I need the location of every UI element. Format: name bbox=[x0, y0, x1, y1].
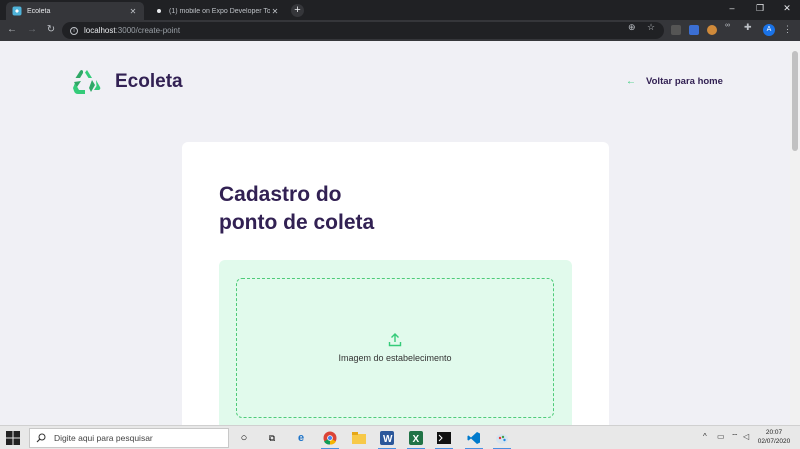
reload-icon[interactable]: ↻ bbox=[44, 23, 58, 37]
tab-title: Ecoleta bbox=[27, 7, 51, 15]
browser-tabstrip: Ecoleta ✕ (1) mobile on Expo Developer T… bbox=[0, 0, 800, 20]
search-placeholder: Digite aqui para pesquisar bbox=[54, 433, 153, 443]
minimize-icon[interactable]: – bbox=[725, 3, 739, 13]
bookmark-star-icon[interactable]: ☆ bbox=[647, 22, 655, 33]
form-title-line2: ponto de coleta bbox=[219, 211, 375, 234]
translate-extension-icon[interactable] bbox=[689, 25, 699, 35]
address-host: localhost bbox=[84, 26, 116, 35]
address-path: :3000/create-point bbox=[115, 26, 181, 35]
form-title: Cadastro do ponto de coleta bbox=[219, 181, 374, 237]
dropzone-label: Imagem do estabelecimento bbox=[338, 353, 452, 363]
recycle-icon bbox=[73, 70, 101, 94]
tab-ecoleta[interactable]: Ecoleta ✕ bbox=[6, 2, 144, 20]
ecoleta-favicon-icon bbox=[12, 6, 22, 16]
glasses-extension-icon[interactable]: ∞ bbox=[725, 22, 730, 29]
new-tab-button[interactable]: + bbox=[291, 4, 304, 17]
terminal-icon[interactable] bbox=[434, 429, 454, 449]
kebab-menu-icon[interactable]: ⋮ bbox=[783, 24, 792, 35]
cookie-extension-icon[interactable] bbox=[707, 25, 717, 35]
task-view-icon[interactable]: ⧉ bbox=[262, 429, 282, 447]
browser-toolbar: ← → ↻ i localhost :3000/create-point ⊕ ☆… bbox=[0, 20, 800, 41]
taskbar-search[interactable]: Digite aqui para pesquisar bbox=[29, 428, 229, 448]
windows-taskbar: Digite aqui para pesquisar ○ ⧉ e W X ^ ▭… bbox=[0, 425, 800, 449]
svg-text:X: X bbox=[413, 434, 420, 445]
cortana-icon[interactable]: ○ bbox=[234, 429, 254, 447]
clock-date: 02/07/2020 bbox=[757, 438, 791, 445]
arrow-left-icon: ← bbox=[626, 76, 636, 87]
svg-text:W: W bbox=[383, 434, 393, 445]
site-info-icon[interactable]: i bbox=[70, 26, 78, 35]
extension-icon[interactable] bbox=[671, 25, 681, 35]
puzzle-icon[interactable]: ✚ bbox=[744, 22, 752, 33]
back-home-link[interactable]: ← Voltar para home bbox=[626, 76, 723, 87]
scroll-thumb[interactable] bbox=[792, 51, 798, 151]
forward-icon[interactable]: → bbox=[25, 23, 39, 37]
paint-icon[interactable] bbox=[492, 429, 512, 449]
expo-favicon-icon bbox=[154, 6, 164, 16]
close-tab-icon[interactable]: ✕ bbox=[270, 7, 280, 16]
back-icon[interactable]: ← bbox=[5, 23, 19, 37]
volume-icon[interactable]: ◁ bbox=[743, 432, 749, 441]
chrome-icon[interactable] bbox=[320, 429, 340, 449]
edge-icon[interactable]: e bbox=[291, 429, 311, 447]
create-point-form: Cadastro do ponto de coleta Imagem do es… bbox=[182, 142, 609, 425]
file-explorer-icon[interactable] bbox=[349, 429, 369, 447]
word-icon[interactable]: W bbox=[377, 429, 397, 449]
tab-expo[interactable]: (1) mobile on Expo Developer Tools ✕ bbox=[148, 2, 286, 20]
address-bar[interactable]: i localhost :3000/create-point bbox=[62, 22, 664, 39]
back-link-label: Voltar para home bbox=[646, 76, 723, 87]
battery-icon[interactable]: ▭ bbox=[717, 432, 725, 441]
search-icon bbox=[36, 433, 46, 443]
close-tab-icon[interactable]: ✕ bbox=[128, 7, 138, 16]
taskbar-clock[interactable]: 20:07 02/07/2020 bbox=[752, 428, 796, 446]
clock-time: 20:07 bbox=[765, 429, 783, 436]
image-dropzone[interactable]: Imagem do estabelecimento bbox=[219, 260, 572, 425]
profile-avatar[interactable]: A bbox=[763, 24, 775, 36]
ecoleta-logo: Ecoleta bbox=[72, 67, 183, 97]
page-scrollbar[interactable] bbox=[790, 41, 800, 425]
excel-icon[interactable]: X bbox=[406, 429, 426, 449]
brand-name: Ecoleta bbox=[115, 71, 183, 92]
close-window-icon[interactable]: ✕ bbox=[780, 3, 794, 14]
windows-start-icon[interactable] bbox=[6, 431, 20, 445]
upload-icon bbox=[388, 333, 402, 347]
form-title-line1: Cadastro do bbox=[219, 183, 342, 206]
location-icon[interactable]: ⊕ bbox=[628, 22, 636, 33]
wifi-icon[interactable]: ⌔ bbox=[731, 432, 739, 442]
restore-icon[interactable]: ❐ bbox=[753, 3, 767, 14]
tray-chevron-up-icon[interactable]: ^ bbox=[703, 432, 707, 441]
dropzone-target[interactable]: Imagem do estabelecimento bbox=[236, 278, 554, 418]
page-viewport: Ecoleta ← Voltar para home Cadastro do p… bbox=[0, 41, 790, 425]
vscode-icon[interactable] bbox=[464, 429, 484, 449]
tab-title: (1) mobile on Expo Developer Tools bbox=[169, 7, 270, 15]
